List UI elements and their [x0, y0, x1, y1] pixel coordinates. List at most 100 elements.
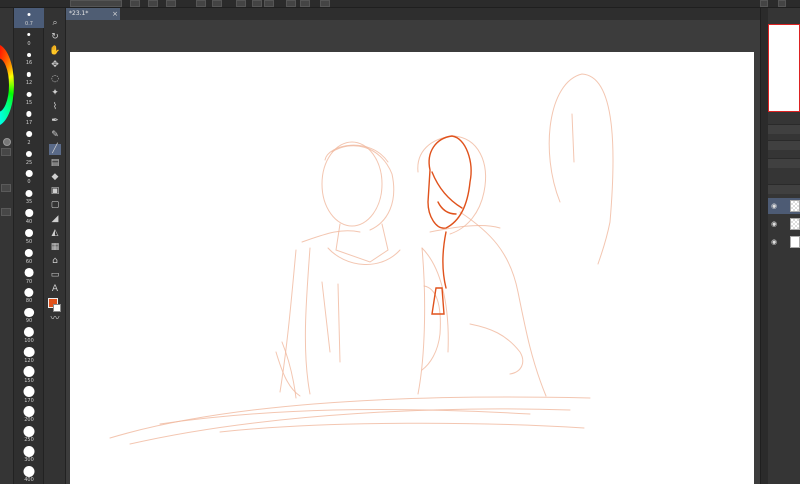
brush-size-label: 25	[25, 159, 33, 166]
brush-size-item[interactable]: 0	[14, 28, 44, 48]
layer-row[interactable]: ◉	[768, 234, 800, 250]
eraser-icon[interactable]: ▣	[49, 186, 61, 197]
layer-mode-row[interactable]	[768, 158, 800, 168]
brush-size-item[interactable]: 15	[14, 87, 44, 107]
brush-size-item[interactable]: 70	[14, 266, 44, 286]
brush-size-item[interactable]: 2	[14, 127, 44, 147]
ruler-icon[interactable]: ◢	[49, 214, 61, 225]
command-button[interactable]	[70, 0, 122, 7]
brush-size-item[interactable]: 200	[14, 405, 44, 425]
brush-size-item[interactable]: 150	[14, 365, 44, 385]
transparent-color-icon[interactable]: 〰	[49, 314, 61, 325]
command-bar	[0, 0, 800, 8]
brush-size-item[interactable]: 12	[14, 68, 44, 88]
brush-size-dot	[24, 268, 34, 278]
pen-icon[interactable]: ✒	[49, 116, 61, 127]
sketch-stroke	[548, 73, 614, 265]
color-history-icon[interactable]	[3, 138, 11, 146]
brush-size-dot	[25, 189, 33, 197]
color-slider[interactable]	[1, 184, 11, 192]
sketch-accent-stroke	[427, 135, 472, 229]
layer-row[interactable]: ◉	[768, 216, 800, 232]
transform-icon[interactable]	[264, 0, 274, 7]
decoration-icon[interactable]: ⌂	[49, 256, 61, 267]
brush-size-item[interactable]: 17	[14, 107, 44, 127]
move-icon[interactable]: ✥	[49, 60, 61, 71]
brush-size-item[interactable]: 100	[14, 325, 44, 345]
brush-size-item[interactable]: 16	[14, 48, 44, 68]
brush-size-panel: 0.7 0 16 12 15 17 2 25 0 35 40 50 60 70 80 90 100 120 150 1…	[14, 8, 44, 484]
brush-size-item[interactable]: 300	[14, 444, 44, 464]
color-slider[interactable]	[1, 208, 11, 216]
sketch-stroke	[429, 224, 501, 233]
navigator-preview[interactable]	[768, 24, 800, 112]
export-icon[interactable]	[166, 0, 176, 7]
eyedropper-icon[interactable]: ⌇	[49, 102, 61, 113]
lasso-icon[interactable]: ◌	[49, 74, 61, 85]
airbrush-icon[interactable]: ▤	[49, 158, 61, 169]
brush-size-item[interactable]: 400	[14, 464, 44, 484]
auto-select-icon[interactable]: ✦	[49, 88, 61, 99]
selection-icon[interactable]	[320, 0, 330, 7]
redo-icon[interactable]	[252, 0, 262, 7]
brush-size-label: 80	[25, 298, 33, 305]
hand-icon[interactable]: ✋	[49, 46, 61, 57]
document-tab[interactable]: *23.1* ×	[66, 8, 120, 20]
brush-size-item[interactable]: 170	[14, 385, 44, 405]
brush-size-item[interactable]: 90	[14, 306, 44, 326]
blend-icon[interactable]: ◆	[49, 172, 61, 183]
canvas-viewport[interactable]	[66, 20, 760, 484]
brush-size-item[interactable]: 0	[14, 167, 44, 187]
brush-size-item[interactable]: 250	[14, 425, 44, 445]
brush-size-item[interactable]: 60	[14, 246, 44, 266]
new-icon[interactable]	[130, 0, 140, 7]
zoom-icon[interactable]: ⌕	[49, 18, 61, 29]
close-icon[interactable]: ×	[112, 8, 118, 20]
rotate-icon[interactable]: ↻	[49, 32, 61, 43]
fill-icon[interactable]	[286, 0, 296, 7]
maximize-icon[interactable]	[778, 0, 786, 7]
brush-size-dot	[26, 72, 32, 77]
eye-icon[interactable]: ◉	[771, 238, 777, 246]
brush-size-dot	[27, 13, 31, 17]
drawing-canvas[interactable]	[70, 52, 754, 484]
pencil-icon[interactable]: ✎	[49, 130, 61, 141]
undo-icon[interactable]	[236, 0, 246, 7]
brush-size-label: 17	[25, 119, 33, 126]
brush-size-label: 15	[25, 100, 33, 107]
clear-icon[interactable]	[300, 0, 310, 7]
sketch-stroke	[417, 135, 486, 235]
brush-size-item[interactable]: 50	[14, 226, 44, 246]
layer-toolbar[interactable]	[768, 184, 800, 194]
brush-size-item[interactable]: 25	[14, 147, 44, 167]
fill-bucket-icon[interactable]: ◭	[49, 228, 61, 239]
eye-icon[interactable]: ◉	[771, 202, 777, 210]
brush-size-item[interactable]: 80	[14, 286, 44, 306]
sub-color-swatch[interactable]	[53, 304, 61, 312]
brush-size-dot	[26, 131, 32, 137]
brush-size-dot	[24, 287, 34, 298]
color-slider[interactable]	[1, 148, 11, 156]
canvas-vertical-scrollbar[interactable]	[760, 8, 768, 484]
brush-size-item[interactable]: 0.7	[14, 8, 44, 28]
layer-row[interactable]: ◉	[768, 198, 800, 214]
brush-size-item[interactable]: 120	[14, 345, 44, 365]
figure-icon[interactable]: ▢	[49, 200, 61, 211]
brush-size-item[interactable]: 40	[14, 206, 44, 226]
minimize-icon[interactable]	[760, 0, 768, 7]
save-icon[interactable]	[148, 0, 158, 7]
brush-size-label: 40	[25, 219, 33, 226]
sketch-stroke	[417, 247, 426, 395]
sketch-stroke	[335, 223, 389, 263]
frame-icon[interactable]: ▭	[49, 270, 61, 281]
text-icon[interactable]: A	[49, 284, 61, 295]
folder-icon[interactable]	[196, 0, 206, 7]
gradient-icon[interactable]: ▦	[49, 242, 61, 253]
eye-icon[interactable]: ◉	[771, 220, 777, 228]
layer-property-row[interactable]	[768, 140, 800, 150]
sketch-stroke	[421, 247, 449, 353]
file-icon[interactable]	[212, 0, 222, 7]
panel-header	[768, 124, 800, 134]
brush-size-item[interactable]: 35	[14, 187, 44, 207]
brush-icon[interactable]: ╱	[49, 144, 61, 155]
